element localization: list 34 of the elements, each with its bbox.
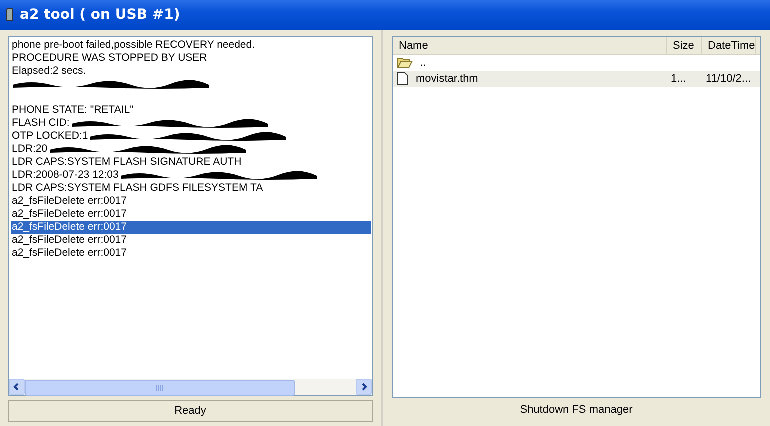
chevron-left-icon	[13, 383, 21, 391]
log-line: LDR:2008-07-23 12:03	[11, 169, 119, 182]
chevron-right-icon	[360, 383, 368, 391]
scroll-right-button[interactable]	[356, 379, 372, 395]
file-date: 11/10/2...	[705, 73, 752, 85]
log-line: a2_fsFileDelete err:0017	[11, 195, 127, 208]
log-line: PROCEDURE WAS STOPPED BY USER	[11, 52, 208, 65]
shutdown-button[interactable]: Shutdown FS manager	[392, 398, 761, 422]
scroll-left-button[interactable]	[9, 379, 25, 395]
log-line: LDR CAPS:SYSTEM FLASH GDFS FILESYSTEM TA	[11, 182, 264, 195]
window-title: a2 tool ( on USB #1)	[20, 7, 180, 23]
log-line: FLASH CID:	[11, 117, 70, 130]
scroll-thumb[interactable]	[25, 380, 295, 396]
log-line: a2_fsFileDelete err:0017	[11, 234, 127, 247]
log-line: a2_fsFileDelete err:0017	[11, 221, 127, 234]
horizontal-scrollbar[interactable]	[9, 379, 372, 395]
log-line: phone pre-boot failed,possible RECOVERY needed.	[11, 39, 256, 52]
log-line: LDR:20	[11, 143, 48, 156]
status-text: Ready	[174, 405, 206, 417]
file-name[interactable]: ..	[416, 57, 426, 69]
log-line: Elapsed:2 secs.	[11, 65, 86, 78]
folder-icon	[397, 57, 413, 69]
log-line: OTP LOCKED:1	[11, 130, 88, 143]
file-name[interactable]: movistar.thm	[412, 73, 478, 85]
file-icon	[397, 72, 409, 86]
file-size: 1...	[670, 73, 688, 85]
log-line: a2_fsFileDelete err:0017	[11, 247, 127, 260]
column-header[interactable]: DateTime	[702, 37, 756, 54]
log-line: LDR CAPS:SYSTEM FLASH SIGNATURE AUTH	[11, 156, 242, 169]
log-line: PHONE STATE: "RETAIL"	[11, 104, 134, 117]
log-line: a2_fsFileDelete err:0017	[11, 208, 127, 221]
column-header[interactable]: Size	[667, 37, 702, 54]
phone-icon	[6, 8, 14, 22]
column-header[interactable]: Name	[393, 37, 667, 54]
